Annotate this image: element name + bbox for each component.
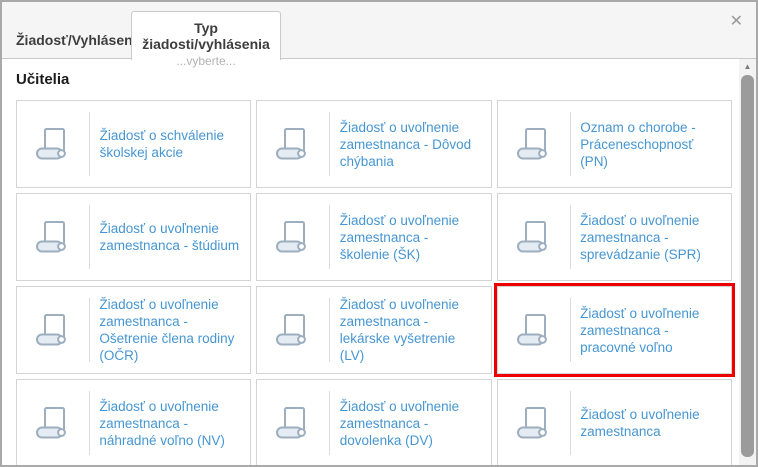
scroll-document-icon [498, 406, 570, 440]
card-dovod-chybania[interactable]: Žiadosť o uvoľnenie zamestnanca - Dôvod … [256, 100, 491, 188]
section-title: Učitelia [16, 71, 732, 88]
scroll-document-icon [498, 220, 570, 254]
card-schvalenie-skolskej-akcie[interactable]: Žiadosť o schválenie školskej akcie [16, 100, 251, 188]
scroll-document-icon [17, 406, 89, 440]
request-type-grid: Žiadosť o schválenie školskej akcie Žiad… [16, 100, 732, 467]
scroll-document-icon [257, 313, 329, 347]
scroll-document-icon [17, 313, 89, 347]
vertical-scrollbar[interactable]: ▲ [739, 59, 756, 465]
request-type-link[interactable]: Žiadosť o uvoľnenie zamestnanca - školen… [330, 212, 491, 263]
request-type-link[interactable]: Žiadosť o schválenie školskej akcie [90, 127, 251, 161]
close-icon[interactable]: ✕ [730, 14, 743, 30]
card-pracovne-volno[interactable]: Žiadosť o uvoľnenie zamestnanca - pracov… [497, 286, 732, 374]
request-type-link[interactable]: Žiadosť o uvoľnenie zamestnanca - sprevá… [570, 212, 731, 263]
scroll-document-icon [257, 406, 329, 440]
card-dovolenka-dv[interactable]: Žiadosť o uvoľnenie zamestnanca - dovole… [256, 379, 491, 467]
scroll-document-icon [17, 127, 89, 161]
scroll-document-icon [257, 127, 329, 161]
request-type-link[interactable]: Žiadosť o uvoľnenie zamestnanca [570, 406, 731, 440]
scroll-document-icon [498, 127, 570, 161]
request-type-link[interactable]: Žiadosť o uvoľnenie zamestnanca - pracov… [570, 305, 731, 356]
request-type-dialog: Žiadosť/Vyhlásenie Typ žiadosti/vyhlásen… [0, 0, 758, 467]
scroll-document-icon [498, 313, 570, 347]
request-type-link[interactable]: Žiadosť o uvoľnenie zamestnanca - lekárs… [330, 296, 491, 364]
request-type-link[interactable]: Žiadosť o uvoľnenie zamestnanca - náhrad… [89, 398, 250, 449]
tab-ziadost-vyhlasenie[interactable]: Žiadosť/Vyhlásenie [16, 32, 144, 48]
card-sprevadzanie-spr[interactable]: Žiadosť o uvoľnenie zamestnanca - sprevá… [497, 193, 732, 281]
scroll-document-icon [257, 220, 329, 254]
scroll-document-icon [17, 220, 89, 254]
dialog-content: Učitelia Žiadosť o schválenie školskej a… [2, 59, 756, 465]
card-nahradne-volno-nv[interactable]: Žiadosť o uvoľnenie zamestnanca - náhrad… [16, 379, 251, 467]
tab-title: Typ žiadosti/vyhlásenia [132, 20, 280, 52]
tab-typ-ziadosti[interactable]: Typ žiadosti/vyhlásenia ...vyberte... [131, 11, 281, 60]
request-type-link[interactable]: Oznam o chorobe - Práceneschopnosť (PN) [570, 119, 731, 170]
card-studium[interactable]: Žiadosť o uvoľnenie zamestnanca - štúdiu… [16, 193, 251, 281]
request-type-link[interactable]: Žiadosť o uvoľnenie zamestnanca - dovole… [330, 398, 491, 449]
request-type-link[interactable]: Žiadosť o uvoľnenie zamestnanca - Dôvod … [330, 119, 491, 170]
request-type-link[interactable]: Žiadosť o uvoľnenie zamestnanca - štúdiu… [90, 220, 251, 254]
card-lekarske-vysetrenie-lv[interactable]: Žiadosť o uvoľnenie zamestnanca - lekárs… [256, 286, 491, 374]
tab-bar: Žiadosť/Vyhlásenie Typ žiadosti/vyhlásen… [2, 2, 756, 59]
request-type-link[interactable]: Žiadosť o uvoľnenie zamestnanca - Ošetre… [89, 296, 250, 364]
card-ocr[interactable]: Žiadosť o uvoľnenie zamestnanca - Ošetre… [16, 286, 251, 374]
scrollbar-thumb[interactable] [741, 75, 754, 457]
scroll-up-arrow-icon[interactable]: ▲ [739, 62, 756, 71]
card-praceneschopnost-pn[interactable]: Oznam o chorobe - Práceneschopnosť (PN) [497, 100, 732, 188]
card-skolenie-sk[interactable]: Žiadosť o uvoľnenie zamestnanca - školen… [256, 193, 491, 281]
card-uvolnenie-zamestnanca[interactable]: Žiadosť o uvoľnenie zamestnanca [497, 379, 732, 467]
tab-subtitle: ...vyberte... [132, 54, 280, 68]
